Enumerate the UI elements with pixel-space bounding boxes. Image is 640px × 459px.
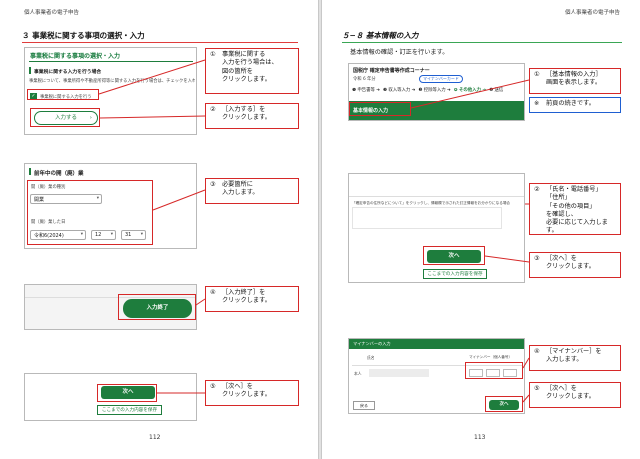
- right-callout-4: ④ ［マイナンバー］を 入力します。: [529, 345, 621, 371]
- mynumber-highlight: [465, 362, 523, 379]
- callout-line: 「住所」: [546, 194, 571, 202]
- callout-number: ②: [534, 186, 540, 193]
- name-value-field: [369, 369, 429, 377]
- callout-line: 画面を表示します。: [546, 79, 602, 87]
- left-page: 個人事業者の電子申告 ３ 事業税に関する事項の選択・入力 事業税に関する事項の選…: [0, 0, 318, 459]
- callout-line: 入力を行う場合は、: [222, 59, 278, 67]
- tax-year: 令和 6 年分: [353, 77, 376, 82]
- step-2: ❷ 収入等入力 ➔: [382, 88, 416, 93]
- fields-highlight: [27, 180, 153, 245]
- callout-line: 図の箇所を: [222, 67, 253, 75]
- right-callout-5: ⑤ ［次へ］を クリックします。: [529, 382, 621, 408]
- next-button-highlight: [485, 396, 523, 412]
- finish-button-highlight: [118, 294, 196, 320]
- right-intro: 基本情報の確認・訂正を行います。: [350, 49, 449, 56]
- right-page: 個人事業者の電子申告 ５−８ 基本情報の入力 基本情報の確認・訂正を行います。 …: [322, 0, 640, 459]
- next-button-highlight: [423, 246, 485, 265]
- callout-line: 必要に応じて入力します。: [546, 219, 608, 235]
- callout-number: ③: [534, 255, 540, 262]
- address-note: 「確定申告の住所などについて」をクリックし、情報欄で示された訂正情報をお分かりに…: [352, 201, 511, 205]
- left-callout-5: ⑤ ［次へ］を クリックします。: [205, 380, 299, 406]
- right-section-title: ５−８ 基本情報の入力: [342, 31, 419, 40]
- callout-line: 入力します。: [546, 356, 583, 364]
- callout-line: クリックします。: [546, 393, 595, 401]
- callout-line: 入力します。: [222, 189, 259, 197]
- left-callout-1: ① 事業税に関する 入力を行う場合は、 図の箇所を クリックします。: [205, 48, 299, 94]
- running-header-left: 個人事業者の電子申告: [24, 10, 80, 16]
- business-tax-subtitle: 事業税に関する入力を行う場合: [34, 70, 102, 75]
- self-row-label: 本人: [354, 371, 362, 376]
- left-page-number: 112: [149, 434, 161, 441]
- next-button-highlight: [97, 384, 157, 402]
- callout-number: ①: [534, 71, 540, 78]
- input-button-highlight: [30, 108, 100, 127]
- right-page-number: 113: [474, 434, 486, 441]
- left-section-rule: [22, 42, 298, 43]
- title-underline: [29, 61, 193, 62]
- callout-line: ［入力する］を: [222, 106, 266, 113]
- business-tax-title: 事業税に関する事項の選択・入力: [30, 53, 121, 60]
- back-button[interactable]: 戻る: [353, 401, 375, 410]
- callout-line: クリックします。: [222, 297, 271, 305]
- note-textarea[interactable]: [352, 207, 502, 229]
- mynumber-title: マイナンバーの入力: [353, 341, 391, 346]
- callout-number: ②: [210, 106, 216, 113]
- opening-closing-title: 前年中の開（廃）業: [34, 171, 84, 177]
- step-1: ❶ 申告書等 ➔: [352, 88, 380, 93]
- basic-info-confirm-panel: 「確定申告の住所などについて」をクリックし、情報欄で示された訂正情報をお分かりに…: [348, 173, 525, 283]
- left-callout-3: ③ 必要箇所に 入力します。: [205, 178, 299, 204]
- left-callout-2: ② ［入力する］を クリックします。: [205, 103, 299, 129]
- panel-marker: [29, 168, 31, 175]
- save-progress-button[interactable]: ここまでの入力内容を保存: [423, 269, 487, 279]
- callout-line: クリックします。: [546, 263, 595, 271]
- right-callout-3: ③ ［次へ］を クリックします。: [529, 252, 621, 278]
- running-header-right: 個人事業者の電子申告: [564, 10, 620, 16]
- business-tax-desc: 事業税について、事業所得や不動産所得等に関する入力を行う場合は、チェックを入れて…: [29, 79, 195, 84]
- left-section-title: ３ 事業税に関する事項の選択・入力: [22, 31, 145, 40]
- callout-line: 前頁の続きです。: [546, 100, 595, 107]
- name-column-header: 氏名: [367, 355, 375, 360]
- mynumber-header-bar: マイナンバーの入力: [349, 339, 524, 349]
- callout-number: ⑤: [534, 385, 540, 392]
- agency-title: 国税庁 確定申告書等作成コーナー: [353, 68, 430, 74]
- right-section-rule: [342, 42, 622, 43]
- right-callout-note: ※ 前頁の続きです。: [529, 97, 621, 113]
- callout-line: を確認し、: [546, 210, 577, 218]
- checkbox-highlight: [27, 89, 99, 100]
- callout-line: クリックします。: [222, 75, 271, 83]
- step-5: ❺ 送信: [489, 88, 504, 93]
- right-callout-2: ② 「氏名・電話番号」 「住所」 「その他の項目」 を確認し、 必要に応じて入力…: [529, 183, 621, 235]
- callout-line: ［次へ］を: [546, 255, 577, 262]
- book-spread: 個人事業者の電子申告 ３ 事業税に関する事項の選択・入力 事業税に関する事項の選…: [0, 0, 640, 459]
- step-4: ❹ その他入力 ➔: [453, 88, 487, 93]
- callout-line: ［次へ］を: [222, 383, 253, 390]
- mynumber-card-chip: マイナンバーカード: [419, 75, 463, 83]
- basic-info-highlight: [349, 102, 411, 116]
- subtitle-marker: [29, 67, 31, 74]
- callout-line: 「その他の項目」: [546, 202, 596, 210]
- callout-number: ④: [534, 348, 540, 355]
- callout-line: クリックします。: [222, 114, 271, 122]
- panel-divider: [349, 196, 524, 197]
- callout-number: ③: [210, 181, 216, 188]
- step-progress: ❶ 申告書等 ➔ ❷ 収入等入力 ➔ ❸ 控除等入力 ➔ ❹ その他入力 ➔ ❺…: [352, 87, 503, 93]
- callout-number: ④: [210, 289, 216, 296]
- left-callout-4: ④ ［入力終了］を クリックします。: [205, 286, 299, 312]
- callout-line: ［入力終了］を: [222, 289, 266, 296]
- save-progress-button[interactable]: ここまでの入力内容を保存: [97, 405, 162, 415]
- callout-number: ①: [210, 51, 216, 58]
- mynumber-column-header: マイナンバー（個人番号）: [469, 355, 513, 359]
- step-3: ❸ 控除等入力 ➔: [418, 88, 451, 93]
- callout-number: ⑤: [210, 383, 216, 390]
- callout-line: ［次へ］を: [546, 385, 577, 392]
- right-callout-1: ① ［基本情報の入力］ 画面を表示します。: [529, 68, 621, 94]
- callout-line: クリックします。: [222, 391, 271, 399]
- callout-number: ※: [534, 100, 540, 107]
